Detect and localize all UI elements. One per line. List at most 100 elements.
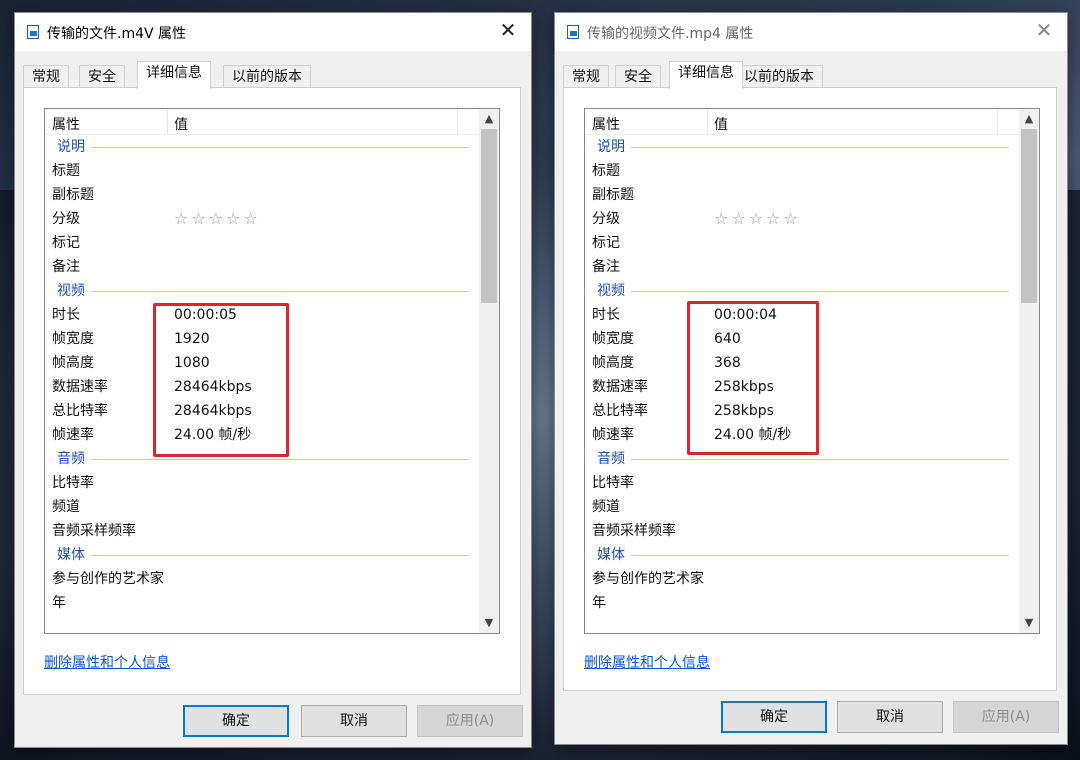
property-value: 1080 (174, 355, 210, 371)
group-heading[interactable]: 音频 (45, 447, 479, 471)
tab-previous-versions[interactable]: 以前的版本 (223, 65, 311, 88)
group-divider (597, 291, 1009, 292)
property-list[interactable]: 属性 值 说明 标题 副标题 分级 ☆☆☆☆☆ 标记备注视频 时长 00:00:05 帧宽度 19… (44, 108, 500, 634)
vertical-scrollbar[interactable]: ▲ ▼ (479, 109, 499, 633)
property-row[interactable]: 频道 (585, 495, 1019, 519)
group-heading-label: 视频 (57, 279, 91, 303)
property-list[interactable]: 属性 值 说明 标题 副标题 分级 ☆☆☆☆☆ 标记 备注 视频 时长 00:00:04 帧宽度 64… (584, 108, 1040, 634)
property-value: 24.00 帧/秒 (174, 427, 252, 443)
scroll-up-arrow-icon[interactable]: ▲ (479, 109, 499, 129)
property-value: 00:00:05 (174, 307, 237, 323)
title-bar[interactable]: 传输的文件.m4V 属性 ✕ (15, 13, 531, 51)
ok-button[interactable]: 确定 (721, 701, 827, 733)
property-row[interactable]: 总比特率 28464kbps (45, 399, 479, 423)
tab-general[interactable]: 常规 (23, 65, 69, 88)
property-row[interactable]: 标记 (45, 231, 479, 255)
scroll-up-arrow-icon[interactable]: ▲ (1019, 109, 1039, 129)
group-heading-label: 媒体 (57, 543, 91, 567)
group-heading[interactable]: 媒体 (45, 543, 479, 567)
scroll-down-arrow-icon[interactable]: ▼ (1019, 613, 1039, 633)
property-row[interactable]: 副标题 (585, 183, 1019, 207)
scroll-thumb[interactable] (481, 129, 497, 303)
ok-button[interactable]: 确定 (183, 705, 289, 737)
rating-stars-icon[interactable]: ☆☆☆☆☆ (174, 207, 261, 231)
property-row[interactable]: 比特率 (585, 471, 1019, 495)
group-heading[interactable]: 说明 (585, 135, 1019, 159)
apply-button[interactable]: 应用(A) (953, 701, 1059, 733)
property-name: 备注 (52, 259, 80, 275)
property-row[interactable]: 帧高度 1080 (45, 351, 479, 375)
property-row[interactable]: 年 (585, 591, 1019, 615)
property-name: 帧宽度 (592, 331, 634, 347)
scroll-down-arrow-icon[interactable]: ▼ (479, 613, 499, 633)
property-row[interactable]: 分级 ☆☆☆☆☆ (585, 207, 1019, 231)
remove-properties-link[interactable]: 删除属性和个人信息 (44, 652, 170, 672)
property-row[interactable]: 参与创作的艺术家 (585, 567, 1019, 591)
vertical-scrollbar[interactable]: ▲ ▼ (1019, 109, 1039, 633)
group-heading[interactable]: 视频 (585, 279, 1019, 303)
cancel-button[interactable]: 取消 (301, 705, 407, 737)
group-heading[interactable]: 音频 (585, 447, 1019, 471)
window-title: 传输的文件.m4V 属性 (47, 26, 187, 42)
property-row[interactable]: 音频采样频率 (585, 519, 1019, 543)
property-row[interactable]: 帧速率 24.00 帧/秒 (45, 423, 479, 447)
property-value: 1920 (174, 331, 210, 347)
property-row[interactable]: 时长 00:00:05 (45, 303, 479, 327)
property-row[interactable]: 总比特率 258kbps (585, 399, 1019, 423)
column-header-property[interactable]: 属性 (52, 114, 80, 134)
property-name: 总比特率 (52, 403, 108, 419)
property-name: 帧速率 (52, 427, 94, 443)
close-button[interactable]: ✕ (485, 13, 531, 49)
column-divider[interactable] (707, 109, 708, 135)
property-row[interactable]: 数据速率 258kbps (585, 375, 1019, 399)
property-row[interactable]: 时长 00:00:04 (585, 303, 1019, 327)
group-heading[interactable]: 媒体 (585, 543, 1019, 567)
tab-details[interactable]: 详细信息 (669, 61, 743, 89)
property-row[interactable]: 标题 (585, 159, 1019, 183)
property-row[interactable]: 帧速率 24.00 帧/秒 (585, 423, 1019, 447)
property-row[interactable]: 备注 (585, 255, 1019, 279)
column-header-value[interactable]: 值 (714, 114, 728, 134)
tab-security[interactable]: 安全 (79, 65, 125, 88)
property-row[interactable]: 标题 (45, 159, 479, 183)
property-row[interactable]: 副标题 (45, 183, 479, 207)
scroll-thumb[interactable] (1021, 129, 1037, 303)
cancel-button[interactable]: 取消 (837, 701, 943, 733)
column-divider[interactable] (457, 109, 458, 135)
property-row[interactable]: 分级 ☆☆☆☆☆ (45, 207, 479, 231)
title-bar[interactable]: 传输的视频文件.mp4 属性 ✕ (555, 13, 1067, 51)
property-row[interactable]: 频道 (45, 495, 479, 519)
property-row[interactable]: 参与创作的艺术家 (45, 567, 479, 591)
group-heading[interactable]: 视频 (45, 279, 479, 303)
property-name: 参与创作的艺术家 (52, 571, 164, 587)
property-row[interactable]: 备注 (45, 255, 479, 279)
file-icon (567, 25, 579, 39)
property-name: 帧宽度 (52, 331, 94, 347)
property-row[interactable]: 标记 (585, 231, 1019, 255)
property-row[interactable]: 帧宽度 1920 (45, 327, 479, 351)
property-row[interactable]: 年 (45, 591, 479, 615)
property-name: 频道 (592, 499, 620, 515)
close-button[interactable]: ✕ (1021, 13, 1067, 49)
property-row[interactable]: 数据速率 28464kbps (45, 375, 479, 399)
tab-security[interactable]: 安全 (615, 65, 661, 88)
group-heading[interactable]: 说明 (45, 135, 479, 159)
file-icon (27, 25, 39, 39)
tab-general[interactable]: 常规 (563, 65, 609, 88)
property-row[interactable]: 帧宽度 640 (585, 327, 1019, 351)
tab-details[interactable]: 详细信息 (137, 61, 211, 89)
remove-properties-link[interactable]: 删除属性和个人信息 (584, 652, 710, 672)
property-row[interactable]: 音频采样频率 (45, 519, 479, 543)
tab-previous-versions[interactable]: 以前的版本 (735, 65, 823, 88)
column-header-value[interactable]: 值 (174, 114, 188, 134)
list-header: 属性 值 (45, 109, 479, 135)
property-value: 258kbps (714, 379, 774, 395)
column-divider[interactable] (997, 109, 998, 135)
rating-stars-icon[interactable]: ☆☆☆☆☆ (714, 207, 801, 231)
property-row[interactable]: 帧高度 368 (585, 351, 1019, 375)
column-divider[interactable] (167, 109, 168, 135)
apply-button[interactable]: 应用(A) (417, 705, 523, 737)
property-row[interactable]: 比特率 (45, 471, 479, 495)
column-header-property[interactable]: 属性 (592, 114, 620, 134)
property-name: 比特率 (52, 475, 94, 491)
